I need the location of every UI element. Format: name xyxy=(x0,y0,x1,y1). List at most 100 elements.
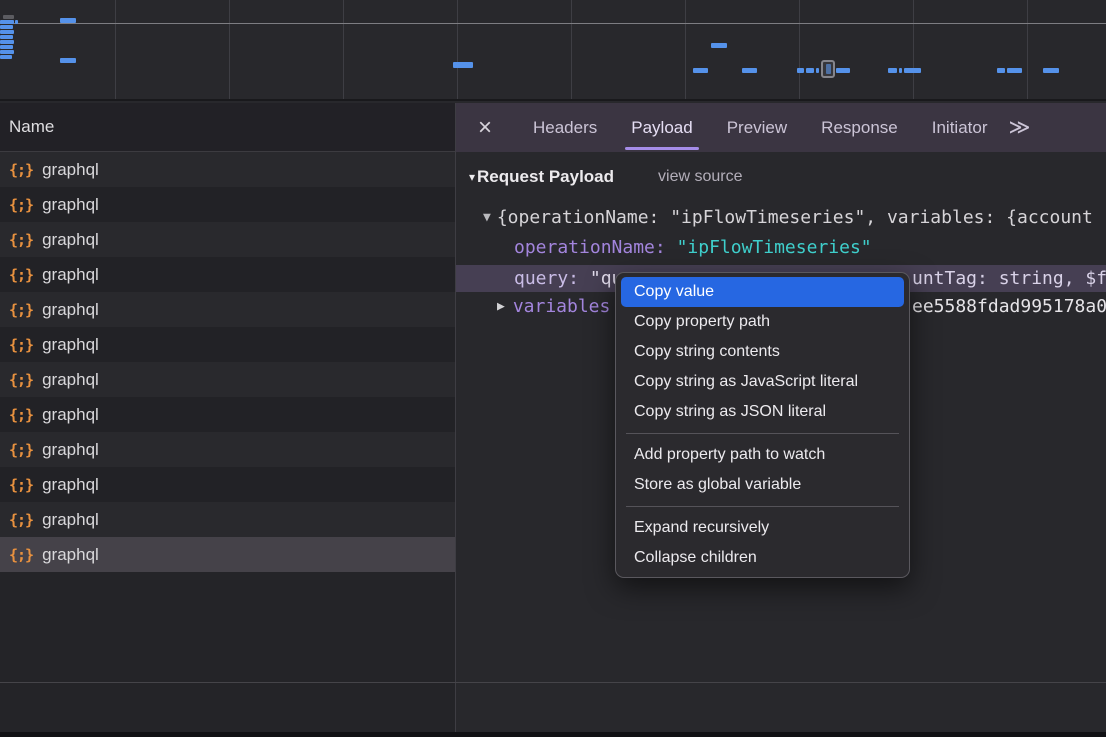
collapsed-triangle-icon[interactable]: ▶ xyxy=(497,299,505,314)
timeline-gridline xyxy=(457,0,458,99)
menu-item-copy-value[interactable]: Copy value xyxy=(621,277,904,307)
timeline-request-bar[interactable] xyxy=(0,25,13,29)
menu-item-collapse-children[interactable]: Collapse children xyxy=(621,543,904,573)
request-name-label: graphql xyxy=(42,160,99,180)
timeline-request-bar[interactable] xyxy=(0,55,12,59)
tree-operation-row[interactable]: operationName: "ipFlowTimeseries" xyxy=(456,234,1106,262)
timeline-request-bar[interactable] xyxy=(816,68,819,73)
table-row[interactable]: {;} graphql xyxy=(0,362,455,397)
table-row[interactable]: {;} graphql xyxy=(0,152,455,187)
query-value-right-fragment: untTag: string, $f xyxy=(912,265,1106,292)
table-row[interactable]: {;} graphql xyxy=(0,187,455,222)
timeline-selected-marker xyxy=(821,60,835,78)
menu-item-expand-recursively[interactable]: Expand recursively xyxy=(621,513,904,543)
table-row[interactable]: {;} graphql xyxy=(0,257,455,292)
menu-item-add-property-path-to-watch[interactable]: Add property path to watch xyxy=(621,440,904,470)
window-bottom-edge xyxy=(0,732,1106,737)
timeline-gridline xyxy=(115,0,116,99)
timeline-request-bar[interactable] xyxy=(1007,68,1022,73)
name-column-header[interactable]: Name xyxy=(0,103,455,152)
close-icon[interactable]: × xyxy=(468,105,502,151)
menu-item-copy-string-as-javascript-literal[interactable]: Copy string as JavaScript literal xyxy=(621,367,904,397)
timeline-request-bar[interactable] xyxy=(888,68,897,73)
timeline-request-bar[interactable] xyxy=(60,18,76,23)
timeline-request-bar[interactable] xyxy=(806,68,814,73)
request-table-panel: Name {;}graphql{;}graphql{;}graphql{;}gr… xyxy=(0,103,455,732)
detail-tab-bar: × HeadersPayloadPreviewResponseInitiator… xyxy=(456,103,1106,152)
timeline-gridline xyxy=(343,0,344,99)
timeline-request-bar[interactable] xyxy=(711,43,727,48)
timeline-request-bar[interactable] xyxy=(60,58,76,63)
table-row[interactable]: {;}graphql xyxy=(0,327,455,362)
timeline-request-bar[interactable] xyxy=(0,45,13,49)
menu-item-copy-string-contents[interactable]: Copy string contents xyxy=(621,337,904,367)
timeline-request-bar[interactable] xyxy=(904,68,921,73)
timeline-rule xyxy=(0,23,1106,24)
request-name-label: graphql xyxy=(42,265,99,285)
request-name-label: graphql xyxy=(42,370,99,390)
tab-headers[interactable]: Headers xyxy=(516,103,614,152)
timeline-request-bar[interactable] xyxy=(797,68,804,73)
root-preview-text: {operationName: "ipFlowTimeseries", vari… xyxy=(497,207,1093,228)
operation-key: operationName: xyxy=(514,237,677,258)
timeline-request-bar[interactable] xyxy=(0,35,13,39)
query-key: query: xyxy=(514,268,590,289)
footer-divider xyxy=(0,682,1106,683)
timeline-request-bar[interactable] xyxy=(0,50,14,54)
timeline-request-bar[interactable] xyxy=(0,30,14,34)
timeline-request-bar[interactable] xyxy=(693,68,708,73)
tree-root-row[interactable]: ▼ {operationName: "ipFlowTimeseries", var… xyxy=(456,204,1106,232)
timeline-request-bar[interactable] xyxy=(1043,68,1059,73)
name-column-label: Name xyxy=(9,117,54,137)
table-row[interactable]: {;}graphql xyxy=(0,537,455,572)
tab-response[interactable]: Response xyxy=(804,103,915,152)
timeline-gridline xyxy=(1027,0,1028,99)
json-file-icon: {;} xyxy=(9,266,33,284)
table-row[interactable]: {;} graphql xyxy=(0,222,455,257)
timeline-request-bar[interactable] xyxy=(3,15,14,19)
request-name-label: graphql xyxy=(42,335,99,355)
json-file-icon: {;} xyxy=(9,231,33,249)
network-overview-timeline[interactable] xyxy=(0,0,1106,101)
timeline-request-bar[interactable] xyxy=(997,68,1005,73)
variables-value-right-fragment: ee5588fdad995178a0 xyxy=(912,293,1106,321)
timeline-gridline xyxy=(685,0,686,99)
menu-separator xyxy=(626,433,899,434)
timeline-request-bar[interactable] xyxy=(742,68,757,73)
menu-item-store-as-global-variable[interactable]: Store as global variable xyxy=(621,470,904,500)
expanded-triangle-icon[interactable]: ▼ xyxy=(483,210,491,225)
table-row[interactable]: {;} graphql xyxy=(0,292,455,327)
table-row[interactable]: {;} graphql xyxy=(0,467,455,502)
request-name-label: graphql xyxy=(42,230,99,250)
menu-separator xyxy=(626,506,899,507)
more-tabs-icon[interactable]: ≫ xyxy=(1008,115,1030,140)
request-name-label: graphql xyxy=(42,405,99,425)
menu-item-copy-property-path[interactable]: Copy property path xyxy=(621,307,904,337)
request-name-label: graphql xyxy=(42,300,99,320)
timeline-request-bar[interactable] xyxy=(0,40,14,44)
tab-payload[interactable]: Payload xyxy=(614,103,709,152)
json-file-icon: {;} xyxy=(9,301,33,319)
timeline-gridline xyxy=(571,0,572,99)
menu-item-copy-string-as-json-literal[interactable]: Copy string as JSON literal xyxy=(621,397,904,427)
timeline-request-bar[interactable] xyxy=(899,68,902,73)
json-file-icon: {;} xyxy=(9,476,33,494)
json-file-icon: {;} xyxy=(9,406,33,424)
table-row[interactable]: {;}graphql xyxy=(0,502,455,537)
variables-key: variables xyxy=(513,296,611,317)
table-row[interactable]: {;} graphql xyxy=(0,397,455,432)
json-file-icon: {;} xyxy=(9,161,33,179)
timeline-request-bar[interactable] xyxy=(0,20,14,24)
json-file-icon: {;} xyxy=(9,196,33,214)
tab-preview[interactable]: Preview xyxy=(710,103,804,152)
json-file-icon: {;} xyxy=(9,371,33,389)
timeline-request-bar[interactable] xyxy=(15,20,18,24)
request-name-label: graphql xyxy=(42,475,99,495)
request-name-label: graphql xyxy=(42,510,99,530)
table-row[interactable]: {;}graphql xyxy=(0,432,455,467)
tab-initiator[interactable]: Initiator xyxy=(915,103,1005,152)
request-list: {;} graphql {;} graphql {;} graphql {;} graphql… xyxy=(0,152,455,572)
timeline-request-bar[interactable] xyxy=(453,62,473,68)
request-name-label: graphql xyxy=(42,195,99,215)
timeline-request-bar[interactable] xyxy=(836,68,850,73)
